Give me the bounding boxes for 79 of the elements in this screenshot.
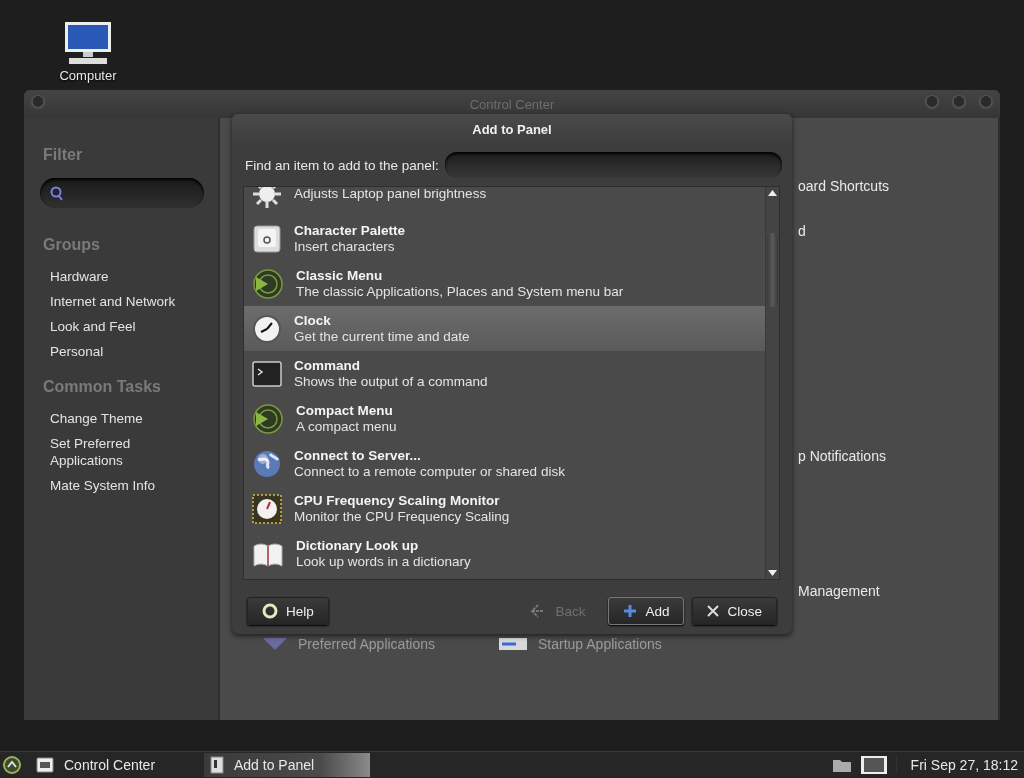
taskbar-button[interactable]: Add to Panel — [204, 753, 370, 777]
terminal-icon — [252, 360, 282, 387]
sidebar-link[interactable]: Internet and Network — [50, 293, 180, 310]
startup-icon — [498, 637, 528, 651]
settings-item-label[interactable]: Management — [798, 582, 998, 600]
sidebar-link[interactable]: Set Preferred Applications — [50, 435, 180, 469]
sidebar-heading: Filter — [43, 146, 84, 164]
main-menu-icon[interactable] — [2, 755, 22, 775]
sidebar-link[interactable]: Change Theme — [50, 410, 180, 427]
item-description: Adjusts Laptop panel brightness — [294, 187, 487, 201]
list-item[interactable]: Dictionary Look up Look up words in a dictionary — [244, 531, 765, 576]
taskbar-button[interactable]: Control Center — [30, 753, 196, 777]
item-description: Insert characters — [294, 239, 396, 254]
sidebar-heading: Groups — [43, 236, 101, 254]
item-name: CPU Frequency Scaling Monitor — [294, 493, 501, 508]
scroll-down-arrow-icon[interactable] — [768, 570, 777, 576]
scroll-up-arrow-icon[interactable] — [768, 190, 777, 196]
close-button[interactable] — [978, 95, 994, 111]
item-description: Look up words in a dictionary — [296, 554, 471, 569]
item-description: Shows the output of a command — [294, 374, 488, 389]
item-description: Get the current time and date — [294, 329, 470, 344]
item-name: Compact Menu — [296, 403, 394, 418]
close-icon — [707, 605, 720, 617]
maximize-button[interactable] — [951, 95, 967, 111]
item-description: A compact menu — [296, 419, 397, 434]
clock-icon — [252, 313, 282, 344]
window-menu-button[interactable] — [30, 95, 46, 111]
item-name: Classic Menu — [296, 268, 384, 283]
list-item[interactable]: Command Shows the output of a command — [244, 351, 765, 396]
settings-item-label[interactable]: p Notifications — [798, 447, 998, 465]
search-field[interactable] — [444, 152, 782, 178]
dialog-button[interactable]: Add — [608, 597, 685, 625]
dialog-button[interactable]: Help — [247, 597, 329, 625]
desktop-icon-label[interactable]: Computer — [59, 68, 117, 83]
item-description: The classic Applications, Places and System menu bar — [296, 284, 624, 299]
search-icon — [50, 185, 64, 201]
list-item[interactable]: CPU Frequency Scaling Monitor Monitor the CPU Frequency Scaling — [244, 486, 765, 531]
dialog-title: Add to Panel — [472, 121, 552, 137]
filter-field[interactable] — [40, 178, 204, 208]
sidebar-link[interactable]: Personal — [50, 343, 180, 360]
workspace-switcher-icon[interactable] — [859, 755, 888, 775]
list-item[interactable]: Adjusts Laptop panel brightness — [244, 187, 765, 216]
sidebar-link[interactable]: Look and Feel — [50, 318, 180, 335]
list-item[interactable]: Compact Menu A compact menu — [244, 396, 765, 441]
item-name: Character Palette — [294, 223, 406, 238]
triangle-icon — [262, 637, 288, 651]
computer-icon[interactable] — [63, 20, 113, 66]
sidebar-link[interactable]: Hardware — [50, 268, 180, 285]
plus-icon — [623, 604, 638, 618]
globe-icon — [252, 448, 282, 479]
item-description: Connect to a remote computer or shared disk — [294, 464, 565, 479]
clock[interactable]: Fri Sep 27, 18:12 — [895, 757, 1022, 773]
lifebuoy-icon — [262, 603, 278, 619]
item-name: Command — [294, 358, 361, 373]
settings-item-label[interactable]: d — [798, 222, 998, 240]
list-item[interactable]: Connect to Server... Connect to a remote computer or shared disk — [244, 441, 765, 486]
search-label: Find an item to add to the panel: — [245, 157, 439, 173]
key-icon — [252, 223, 282, 254]
list-item[interactable]: Classic Menu The classic Applications, Places and System menu bar — [244, 261, 765, 306]
control-panel-icon — [36, 757, 54, 773]
folder-icon[interactable] — [831, 757, 852, 773]
gauge-icon — [252, 493, 282, 524]
list-item[interactable]: Clock Get the current time and date — [244, 306, 765, 351]
minimize-button[interactable] — [924, 95, 940, 111]
item-description: Monitor the CPU Frequency Scaling — [294, 509, 510, 524]
scroll-thumb[interactable] — [767, 233, 778, 307]
settings-item-label[interactable]: oard Shortcuts — [798, 177, 998, 195]
item-name: Clock — [294, 313, 332, 328]
play-circle-icon — [252, 267, 284, 300]
play-circle-icon — [252, 402, 284, 435]
sidebar-link[interactable]: Mate System Info — [50, 477, 180, 494]
sun-icon — [252, 187, 282, 209]
window-icon — [210, 756, 224, 774]
dialog-button[interactable]: Close — [692, 597, 777, 625]
item-name: Dictionary Look up — [296, 538, 420, 553]
scrollbar[interactable] — [765, 187, 779, 579]
item-name: Connect to Server... — [294, 448, 422, 463]
list-item[interactable]: Character Palette Insert characters — [244, 216, 765, 261]
sidebar-heading: Common Tasks — [43, 378, 162, 396]
